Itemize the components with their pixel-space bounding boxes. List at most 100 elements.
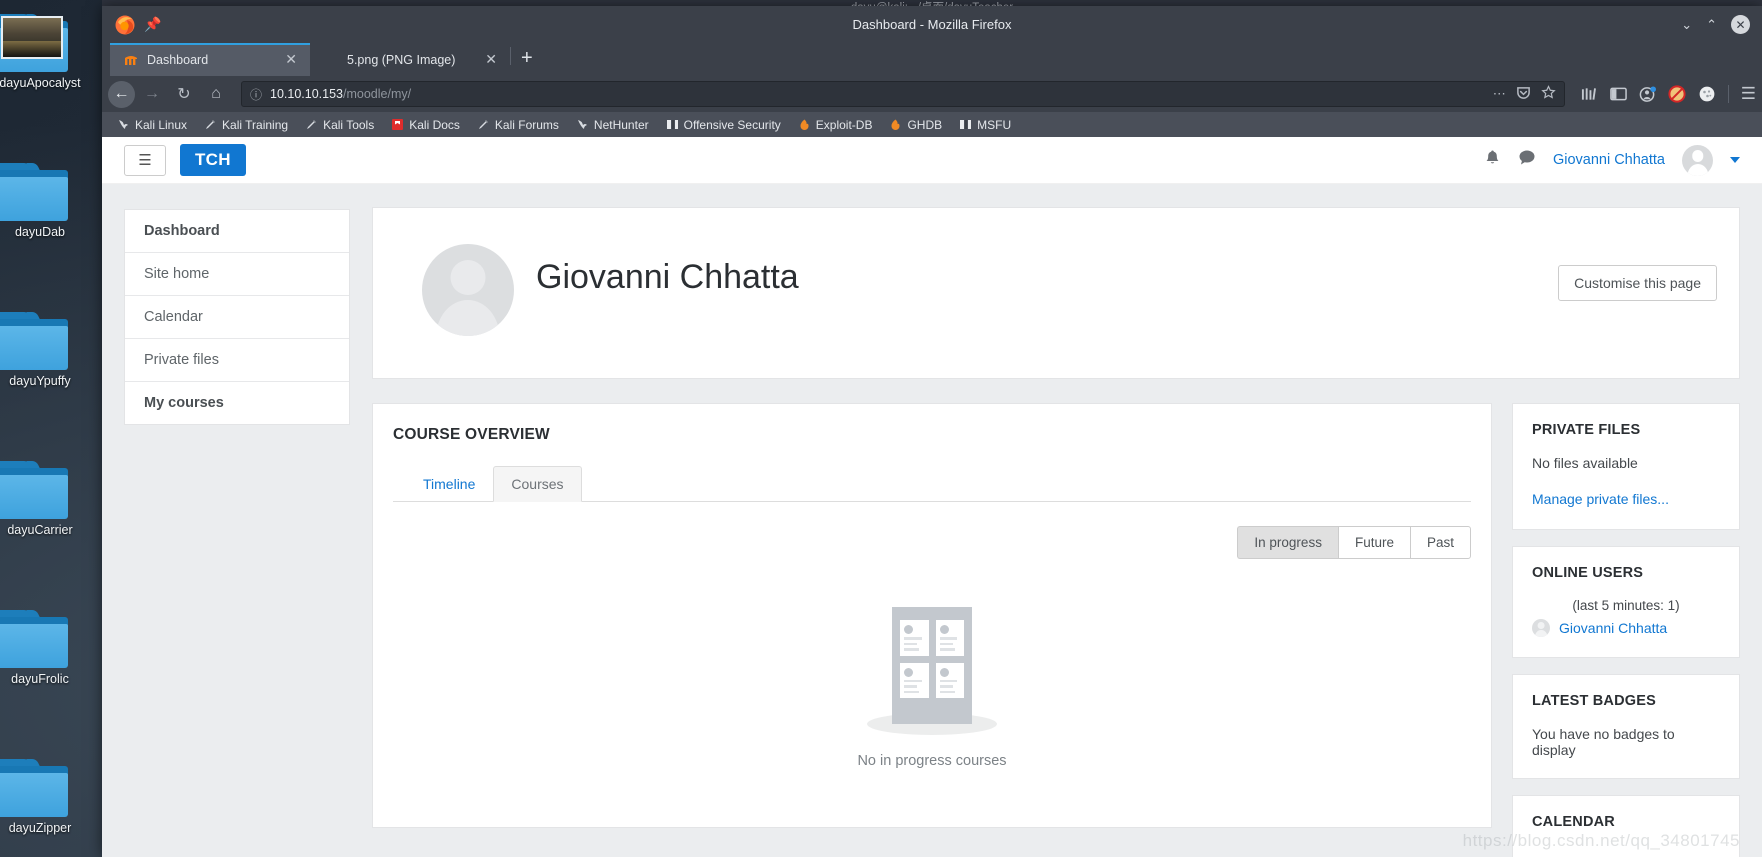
account-icon[interactable]	[1639, 85, 1656, 103]
site-brand[interactable]: TCH	[180, 144, 246, 176]
bookmark-offensive-security[interactable]: Offensive Security	[659, 116, 788, 134]
maximise-button[interactable]: ⌃	[1706, 18, 1717, 31]
private-files-empty-text: No files available	[1532, 455, 1638, 471]
bookmark-kali-forums[interactable]: Kali Forums	[470, 116, 566, 134]
folder-icon	[0, 759, 68, 817]
blank-favicon-icon	[324, 52, 339, 67]
pocket-icon[interactable]	[1516, 85, 1531, 103]
desktop-icon[interactable]: dayuZipper	[0, 759, 102, 857]
profile-header-card: Giovanni Chhatta Customise this page	[372, 207, 1740, 379]
star-icon[interactable]	[1541, 85, 1556, 103]
library-icon[interactable]	[1581, 86, 1598, 102]
window-controls: ⌄ ⌃ ✕	[1681, 15, 1756, 34]
desktop-icon[interactable]: dayuYpuffy	[0, 312, 102, 453]
filter-future-button[interactable]: Future	[1337, 526, 1410, 559]
forward-button[interactable]: →	[137, 80, 167, 108]
tab-timeline[interactable]: Timeline	[405, 466, 493, 502]
speech-bubble-icon[interactable]	[1518, 149, 1536, 171]
new-tab-button[interactable]: +	[515, 47, 543, 73]
desktop-icon[interactable]: dayuApocalyst	[0, 14, 102, 155]
home-button[interactable]: ⌂	[201, 80, 231, 108]
sidebar-item-my-courses[interactable]: My courses	[125, 382, 349, 424]
menu-icon[interactable]: ☰	[1741, 84, 1756, 104]
right-column: PRIVATE FILES No files available Manage …	[1512, 403, 1762, 857]
urlbar-actions: ⋯	[1493, 85, 1556, 103]
desktop-icon[interactable]: dayuCarrier	[0, 461, 102, 602]
latest-badges-block: LATEST BADGES You have no badges to disp…	[1512, 674, 1740, 779]
latest-badges-empty-text: You have no badges to display	[1532, 726, 1675, 758]
sidebar-icon[interactable]	[1609, 86, 1627, 102]
online-user-link[interactable]: Giovanni Chhatta	[1559, 620, 1667, 636]
offsec-icon	[666, 118, 679, 131]
sidebar-item-private-files[interactable]: Private files	[125, 339, 349, 382]
desktop-icon-label: dayuFrolic	[11, 672, 69, 686]
menu-toggle-button[interactable]: ☰	[124, 144, 166, 176]
reload-button[interactable]: ↻	[169, 80, 199, 108]
url-path: /moodle/my/	[343, 87, 412, 101]
avatar	[1532, 619, 1550, 637]
block-title: PRIVATE FILES	[1532, 422, 1641, 438]
moodle-navbar: ☰ TCH Giovanni Chhatta	[102, 137, 1762, 184]
bookmark-msfu[interactable]: MSFU	[952, 116, 1018, 134]
calendar-block: CALENDAR	[1512, 795, 1740, 857]
list-item[interactable]: Giovanni Chhatta	[1532, 619, 1720, 637]
kali-dragon-icon	[117, 118, 130, 131]
toolbar-separator	[1727, 85, 1729, 103]
avatar[interactable]	[1682, 144, 1713, 176]
course-overview-title: COURSE OVERVIEW	[393, 426, 550, 443]
manage-private-files-link[interactable]: Manage private files...	[1532, 491, 1669, 507]
desktop-icon-list: dayuApocalyst dayuDab dayuYpuffy dayuCar…	[0, 6, 102, 857]
bookmark-label: Kali Linux	[135, 117, 188, 132]
desktop-icon-label: dayuApocalyst	[0, 76, 81, 90]
noscript-icon[interactable]	[1668, 85, 1686, 103]
filter-in-progress-button[interactable]: In progress	[1237, 526, 1338, 559]
bell-icon[interactable]	[1484, 149, 1501, 172]
page-content: ☰ TCH Giovanni Chhatta Dashboard Site ho…	[102, 137, 1762, 857]
bookmark-kali-linux[interactable]: Kali Linux	[110, 116, 194, 134]
desktop-icon-label: dayuZipper	[8, 821, 72, 835]
bookmark-ghdb[interactable]: GHDB	[882, 116, 949, 134]
desktop-icon[interactable]: dayuDab	[0, 163, 102, 304]
tab-close-icon[interactable]: ✕	[482, 51, 500, 68]
close-button[interactable]: ✕	[1731, 15, 1750, 34]
info-circle-icon[interactable]: ⓘ	[250, 86, 262, 103]
flame-icon	[889, 118, 902, 131]
chevron-down-icon[interactable]	[1730, 157, 1740, 163]
pin-icon[interactable]: 📌	[144, 16, 161, 33]
bookmark-label: Offensive Security	[683, 117, 781, 132]
browser-tab-png-image[interactable]: 5.png (PNG Image) ✕	[310, 43, 510, 76]
desktop-icon-label: dayuCarrier	[7, 523, 73, 537]
page-actions-icon[interactable]: ⋯	[1493, 86, 1506, 102]
desktop-icon[interactable]: dayuFrolic	[0, 610, 102, 751]
folder-icon	[0, 461, 68, 519]
avatar[interactable]	[422, 244, 514, 336]
customise-page-button[interactable]: Customise this page	[1558, 265, 1717, 301]
bookmark-exploit-db[interactable]: Exploit-DB	[791, 116, 880, 134]
center-column: Giovanni Chhatta Customise this page COU…	[372, 184, 1762, 857]
bookmark-kali-training[interactable]: Kali Training	[197, 116, 295, 134]
block-title: ONLINE USERS	[1532, 565, 1644, 581]
cookie-icon[interactable]	[1698, 85, 1716, 103]
bookmark-kali-tools[interactable]: Kali Tools	[298, 116, 381, 134]
toolbar-right-icons: ☰	[1575, 84, 1756, 104]
user-name-link[interactable]: Giovanni Chhatta	[1553, 152, 1665, 168]
sidebar-item-site-home[interactable]: Site home	[125, 253, 349, 296]
kali-dragon-icon	[576, 118, 589, 131]
url-bar[interactable]: ⓘ 10.10.10.153/moodle/my/ ⋯	[241, 81, 1565, 107]
bookmark-nethunter[interactable]: NetHunter	[569, 116, 656, 134]
tab-close-icon[interactable]: ✕	[282, 51, 300, 68]
sidebar-item-dashboard[interactable]: Dashboard	[125, 210, 349, 253]
bookmark-kali-docs[interactable]: Kali Docs	[384, 116, 467, 134]
online-users-count: (last 5 minutes: 1)	[1572, 598, 1680, 613]
offsec-icon	[959, 118, 972, 131]
back-button[interactable]: ←	[108, 80, 135, 108]
sidebar-item-calendar[interactable]: Calendar	[125, 296, 349, 339]
firefox-logo-icon	[114, 14, 136, 36]
courses-placeholder-icon	[865, 607, 999, 735]
firefox-window: 📌 Dashboard - Mozilla Firefox ⌄ ⌃ ✕ Dash…	[102, 6, 1762, 857]
tab-courses[interactable]: Courses	[493, 466, 582, 502]
filter-past-button[interactable]: Past	[1409, 526, 1471, 559]
minimise-button[interactable]: ⌄	[1681, 18, 1692, 31]
browser-tab-dashboard[interactable]: Dashboard ✕	[110, 43, 310, 76]
block-title: CALENDAR	[1532, 814, 1615, 830]
